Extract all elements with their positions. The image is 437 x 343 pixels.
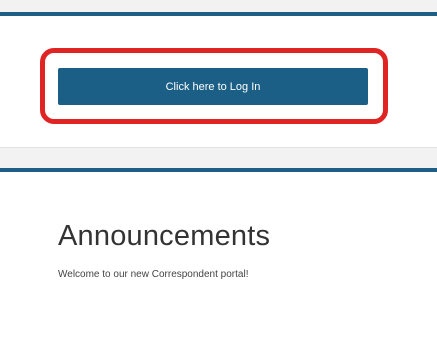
announcements-title: Announcements (58, 220, 271, 252)
login-button[interactable]: Click here to Log In (58, 68, 368, 105)
announcements-card: Announcements Welcome to our new Corresp… (0, 168, 437, 343)
page: Click here to Log In Announcements Welco… (0, 0, 437, 343)
announcements-message: Welcome to our new Correspondent portal! (58, 269, 249, 280)
login-card: Click here to Log In (0, 12, 437, 148)
